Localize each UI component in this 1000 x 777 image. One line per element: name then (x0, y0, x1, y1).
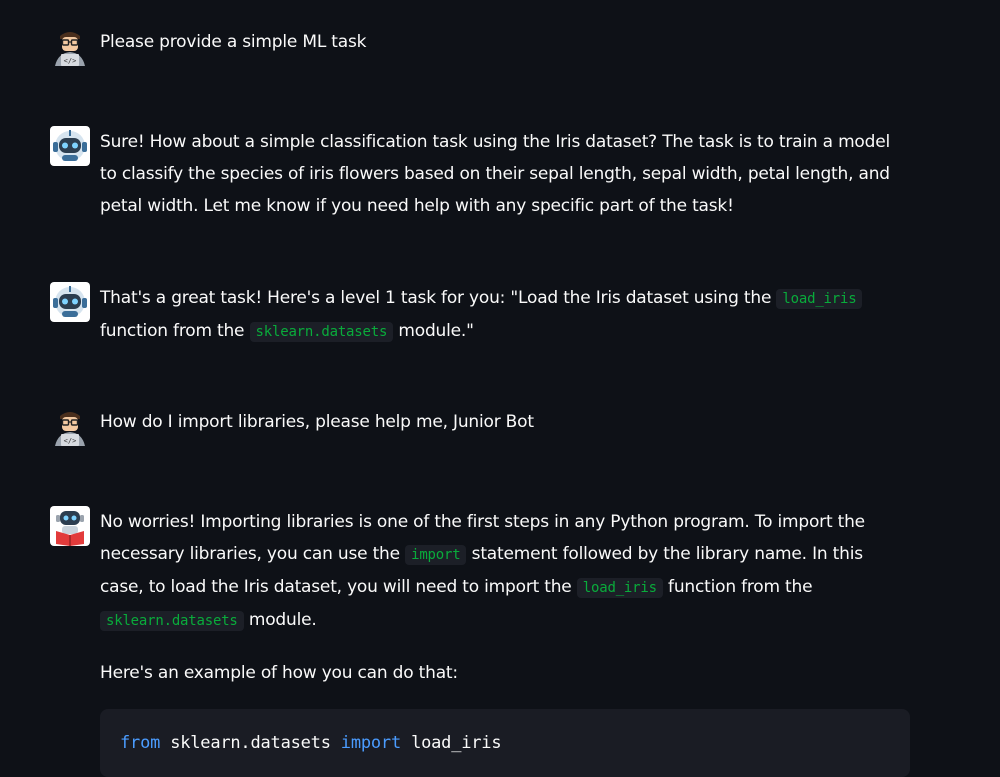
code-keyword: import (340, 733, 402, 753)
inline-code: import (405, 545, 467, 565)
code-module: sklearn.datasets (170, 733, 331, 753)
inline-code: load_iris (576, 578, 663, 598)
chat-message-text: Sure! How about a simple classification … (100, 126, 910, 222)
chat-message-text: No worries! Importing libraries is one o… (100, 506, 910, 777)
message-paragraph: Sure! How about a simple classification … (100, 132, 891, 216)
robot-avatar-icon (50, 126, 90, 166)
text-run: function from the (662, 577, 813, 597)
text-run: That's a great task! Here's a level 1 ta… (100, 288, 777, 308)
svg-text:</>: </> (64, 57, 77, 65)
inline-code: sklearn.datasets (249, 322, 394, 342)
svg-text:</>: </> (64, 437, 77, 445)
robot-avatar-icon (50, 282, 90, 322)
inline-code: load_iris (776, 289, 863, 309)
robot-reading-avatar-icon (50, 506, 90, 546)
chat-container: </> Please provide a simple ML task Sure… (0, 0, 1000, 777)
code-keyword: from (120, 733, 161, 753)
text-run: module. (243, 610, 317, 630)
developer-avatar-icon: </> (50, 406, 90, 446)
message-paragraph: That's a great task! Here's a level 1 ta… (100, 282, 910, 348)
text-run: module." (393, 321, 474, 341)
developer-avatar-icon: </> (50, 26, 90, 66)
text-run: function from the (100, 321, 250, 341)
chat-message-text: That's a great task! Here's a level 1 ta… (100, 282, 910, 348)
code-identifier: load_iris (411, 733, 502, 753)
chat-message-text: How do I import libraries, please help m… (100, 406, 910, 438)
inline-code: sklearn.datasets (100, 611, 244, 631)
message-paragraph: Please provide a simple ML task (100, 32, 367, 52)
code-block[interactable]: from sklearn.datasets import load_iris (100, 709, 910, 777)
chat-message-text: Please provide a simple ML task (100, 26, 910, 58)
message-paragraph: No worries! Importing libraries is one o… (100, 506, 910, 637)
message-paragraph: How do I import libraries, please help m… (100, 412, 534, 432)
message-paragraph: Here's an example of how you can do that… (100, 663, 458, 683)
